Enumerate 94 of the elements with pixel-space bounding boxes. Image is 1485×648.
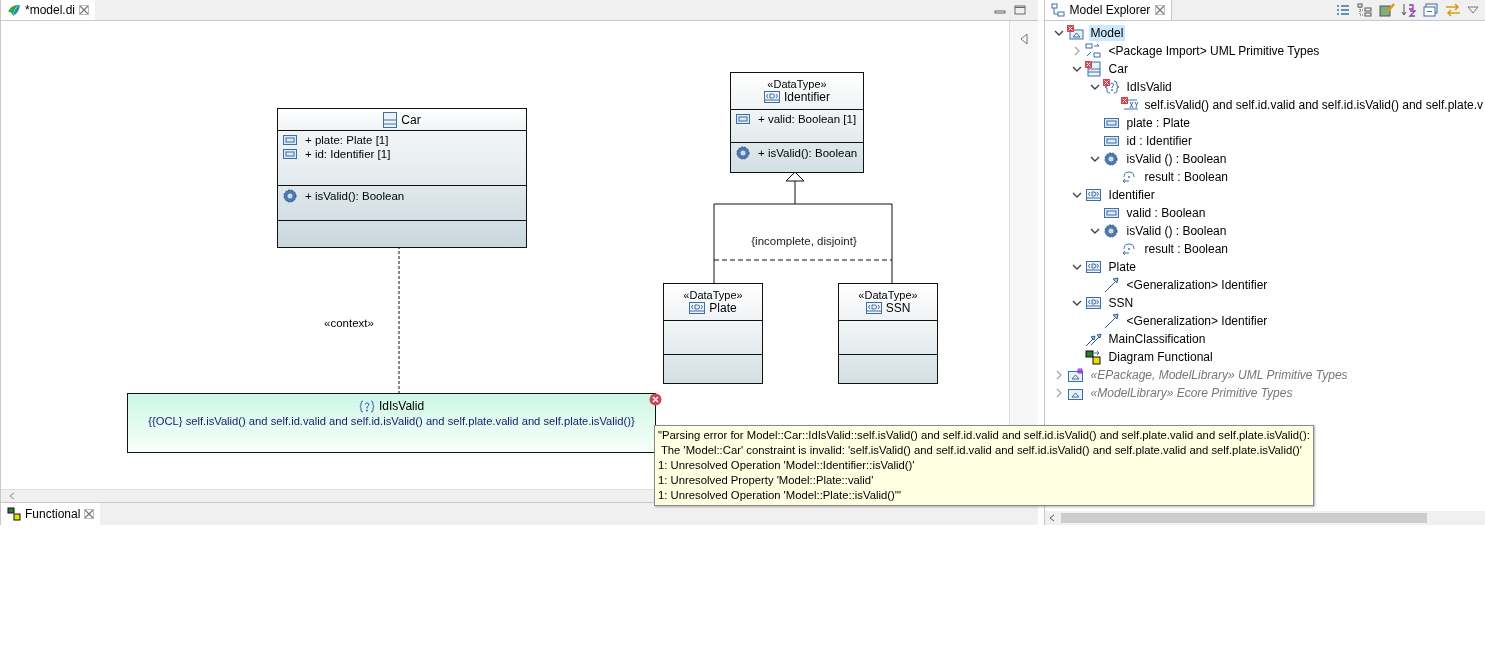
edit-grid-icon[interactable] [1379,3,1395,17]
datatype-icon [1084,187,1103,203]
tree-item[interactable]: MainClassification [1106,331,1208,347]
generalization-icon [1102,313,1121,329]
datatype-icon [1084,295,1103,311]
tree-view-icon[interactable] [1357,3,1373,17]
diagram-icon [1084,349,1103,365]
tree-item[interactable]: Diagram Functional [1106,349,1215,365]
scrollbar-thumb[interactable] [1060,513,1427,523]
attribute-label: + valid: Boolean [1] [758,113,857,125]
property-icon [1102,115,1121,131]
tooltip-line: 1: Unresolved Operation 'Model::Identifier::isValid()' [658,458,916,473]
constraint-name: IdIsValid [378,399,425,413]
tree-item[interactable]: Plate [1106,259,1138,275]
class-name: SSN [885,301,911,315]
leaf-logo-icon [7,3,21,17]
operation-label: + isValid(): Boolean [305,190,405,202]
scroll-left-icon[interactable] [1048,514,1055,522]
tree-item[interactable]: id : Identifier [1124,133,1194,149]
tooltip-line: "Parsing error for Model::Car::IdIsValid::self.isValid() and self.id.valid and self.id.isValid() and self.plate.valid and self.plate.isValid(): [658,428,1310,443]
context-label: «context» [324,317,374,329]
property-icon [283,149,297,159]
constraint-label: {incomplete, disjoint} [751,235,857,247]
property-icon [736,114,750,124]
class-icon [383,111,398,128]
tree-item[interactable]: «ModelLibrary» Ecore Primitive Types [1088,385,1295,401]
class-name: Plate [709,301,737,315]
maximize-icon[interactable] [1013,5,1026,15]
tree-item[interactable]: isValid () : Boolean [1124,151,1229,167]
tree-item[interactable]: Identifier [1106,187,1157,203]
close-icon[interactable] [1155,5,1166,15]
editor-tab[interactable]: *model.di [1,0,96,20]
scroll-left-icon[interactable] [9,492,15,500]
chevron-down-icon[interactable] [1089,154,1100,164]
class-name: Identifier [784,90,830,104]
tree-item[interactable]: «EPackage, ModelLibrary» UML Primitive Types [1088,367,1350,383]
hierarchy-icon [1050,3,1065,17]
generalization-icon [1102,277,1121,293]
attribute-label: + id: Identifier [1] [305,148,391,160]
tree-item[interactable]: Car [1106,61,1130,77]
property-icon [1102,205,1121,221]
chevron-down-icon[interactable] [1071,298,1082,308]
chevron-down-icon[interactable] [1089,82,1100,92]
tooltip-line: 1: Unresolved Property 'Model::Plate::valid' [658,473,875,488]
collapse-palette-icon[interactable] [1019,33,1028,45]
list-icon[interactable] [1335,3,1351,17]
tree-item[interactable]: isValid () : Boolean [1124,223,1229,239]
constraint-icon [358,399,375,413]
tree-item[interactable]: plate : Plate [1124,115,1192,131]
view-menu-icon[interactable] [1467,5,1479,15]
tree-item[interactable]: <Generalization> Identifier [1124,277,1270,293]
tree-item[interactable]: <Generalization> Identifier [1124,313,1270,329]
operation-icon [1102,223,1121,239]
diagram-icon [7,507,21,521]
stereotype-label: «DataType» [858,289,918,301]
tooltip-line: 1: Unresolved Operation 'Model::Plate::isValid()'" [658,488,902,503]
constraint-body: {{OCL} self.isValid() and self.id.valid and self.id.isValid() and self.plate.valid and self.plate.isValid()} [148,415,635,427]
class-name: Car [401,112,421,127]
chevron-down-icon[interactable] [1071,190,1082,200]
datatype-icon [1084,259,1103,275]
tree-item[interactable]: self.isValid() and self.id.valid and self.id.isValid() and self.plate.v [1142,97,1485,113]
tooltip-line: The 'Model::Car' constraint is invalid: 'self.isValid() and self.id.valid and self.id.isValid() and self.plate.valid and self.plate.isValid()' [659,443,1303,458]
tree-item[interactable]: result : Boolean [1142,169,1230,185]
generalization-set-icon [1084,331,1103,347]
tree-item[interactable]: IdIsValid [1124,79,1174,95]
attribute-label: + plate: Plate [1] [305,134,389,146]
stereotype-label: «DataType» [767,78,827,90]
datatype-icon [865,302,882,314]
operation-label: + isValid(): Boolean [758,147,858,159]
datatype-icon [689,302,706,314]
library-epackage-icon [1066,367,1085,383]
tree-item[interactable]: SSN [1106,295,1136,311]
chevron-down-icon[interactable] [1071,262,1082,272]
property-icon [1102,133,1121,149]
operation-icon [1102,151,1121,167]
diagram-tab[interactable]: Functional [1,503,101,525]
gear-icon [283,189,297,203]
sort-icon[interactable] [1401,3,1417,17]
chevron-down-icon[interactable] [1053,28,1064,38]
tree-item[interactable]: Model [1088,25,1126,41]
tree-item[interactable]: result : Boolean [1142,241,1230,257]
gear-icon [736,146,750,160]
close-icon[interactable] [84,509,95,519]
collapse-all-icon[interactable] [1423,3,1439,17]
tree-item[interactable]: valid : Boolean [1124,205,1208,221]
property-icon [283,135,297,145]
datatype-icon [764,91,780,103]
tree-item[interactable]: <Package Import> UML Primitive Types [1106,43,1322,59]
chevron-down-icon[interactable] [1071,64,1082,74]
view-title: Model Explorer [1069,3,1151,17]
package-import-icon [1084,43,1103,59]
chevron-down-icon[interactable] [1089,226,1100,236]
stereotype-label: «DataType» [683,289,743,301]
close-icon[interactable] [79,5,90,15]
